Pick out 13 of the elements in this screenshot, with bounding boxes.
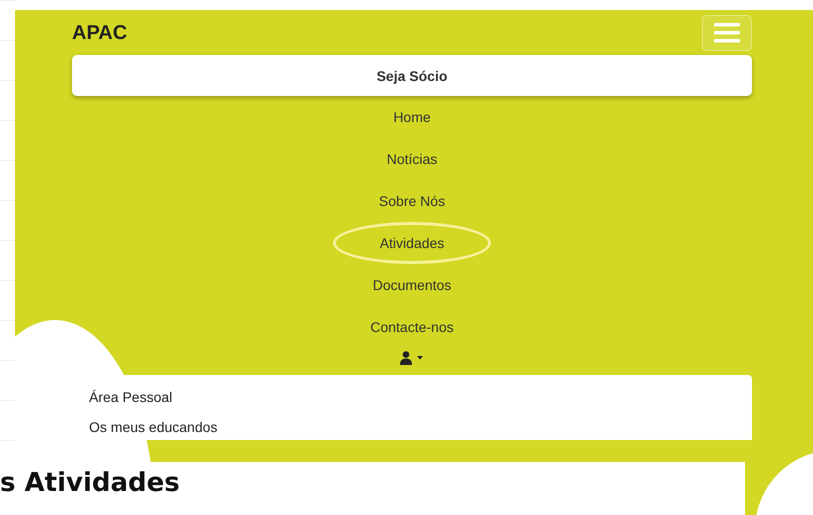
nav-link[interactable]: Atividades: [332, 222, 492, 264]
nav-link[interactable]: Notícias: [374, 138, 450, 180]
nav-link[interactable]: Sobre Nós: [366, 180, 458, 222]
nav-link[interactable]: Documentos: [360, 264, 464, 306]
user-icon: [400, 351, 424, 365]
menu-icon: [714, 23, 740, 43]
dropdown-item[interactable]: Os meus educandos: [89, 418, 735, 436]
dropdown-item[interactable]: Área Pessoal: [89, 388, 735, 406]
page-heading: s Atividades: [0, 468, 181, 498]
nav-link[interactable]: Contacte-nos: [357, 306, 467, 348]
member-button[interactable]: Seja Sócio: [72, 55, 752, 96]
nav-link[interactable]: Home: [380, 96, 444, 138]
brand-name[interactable]: APAC: [72, 22, 128, 45]
